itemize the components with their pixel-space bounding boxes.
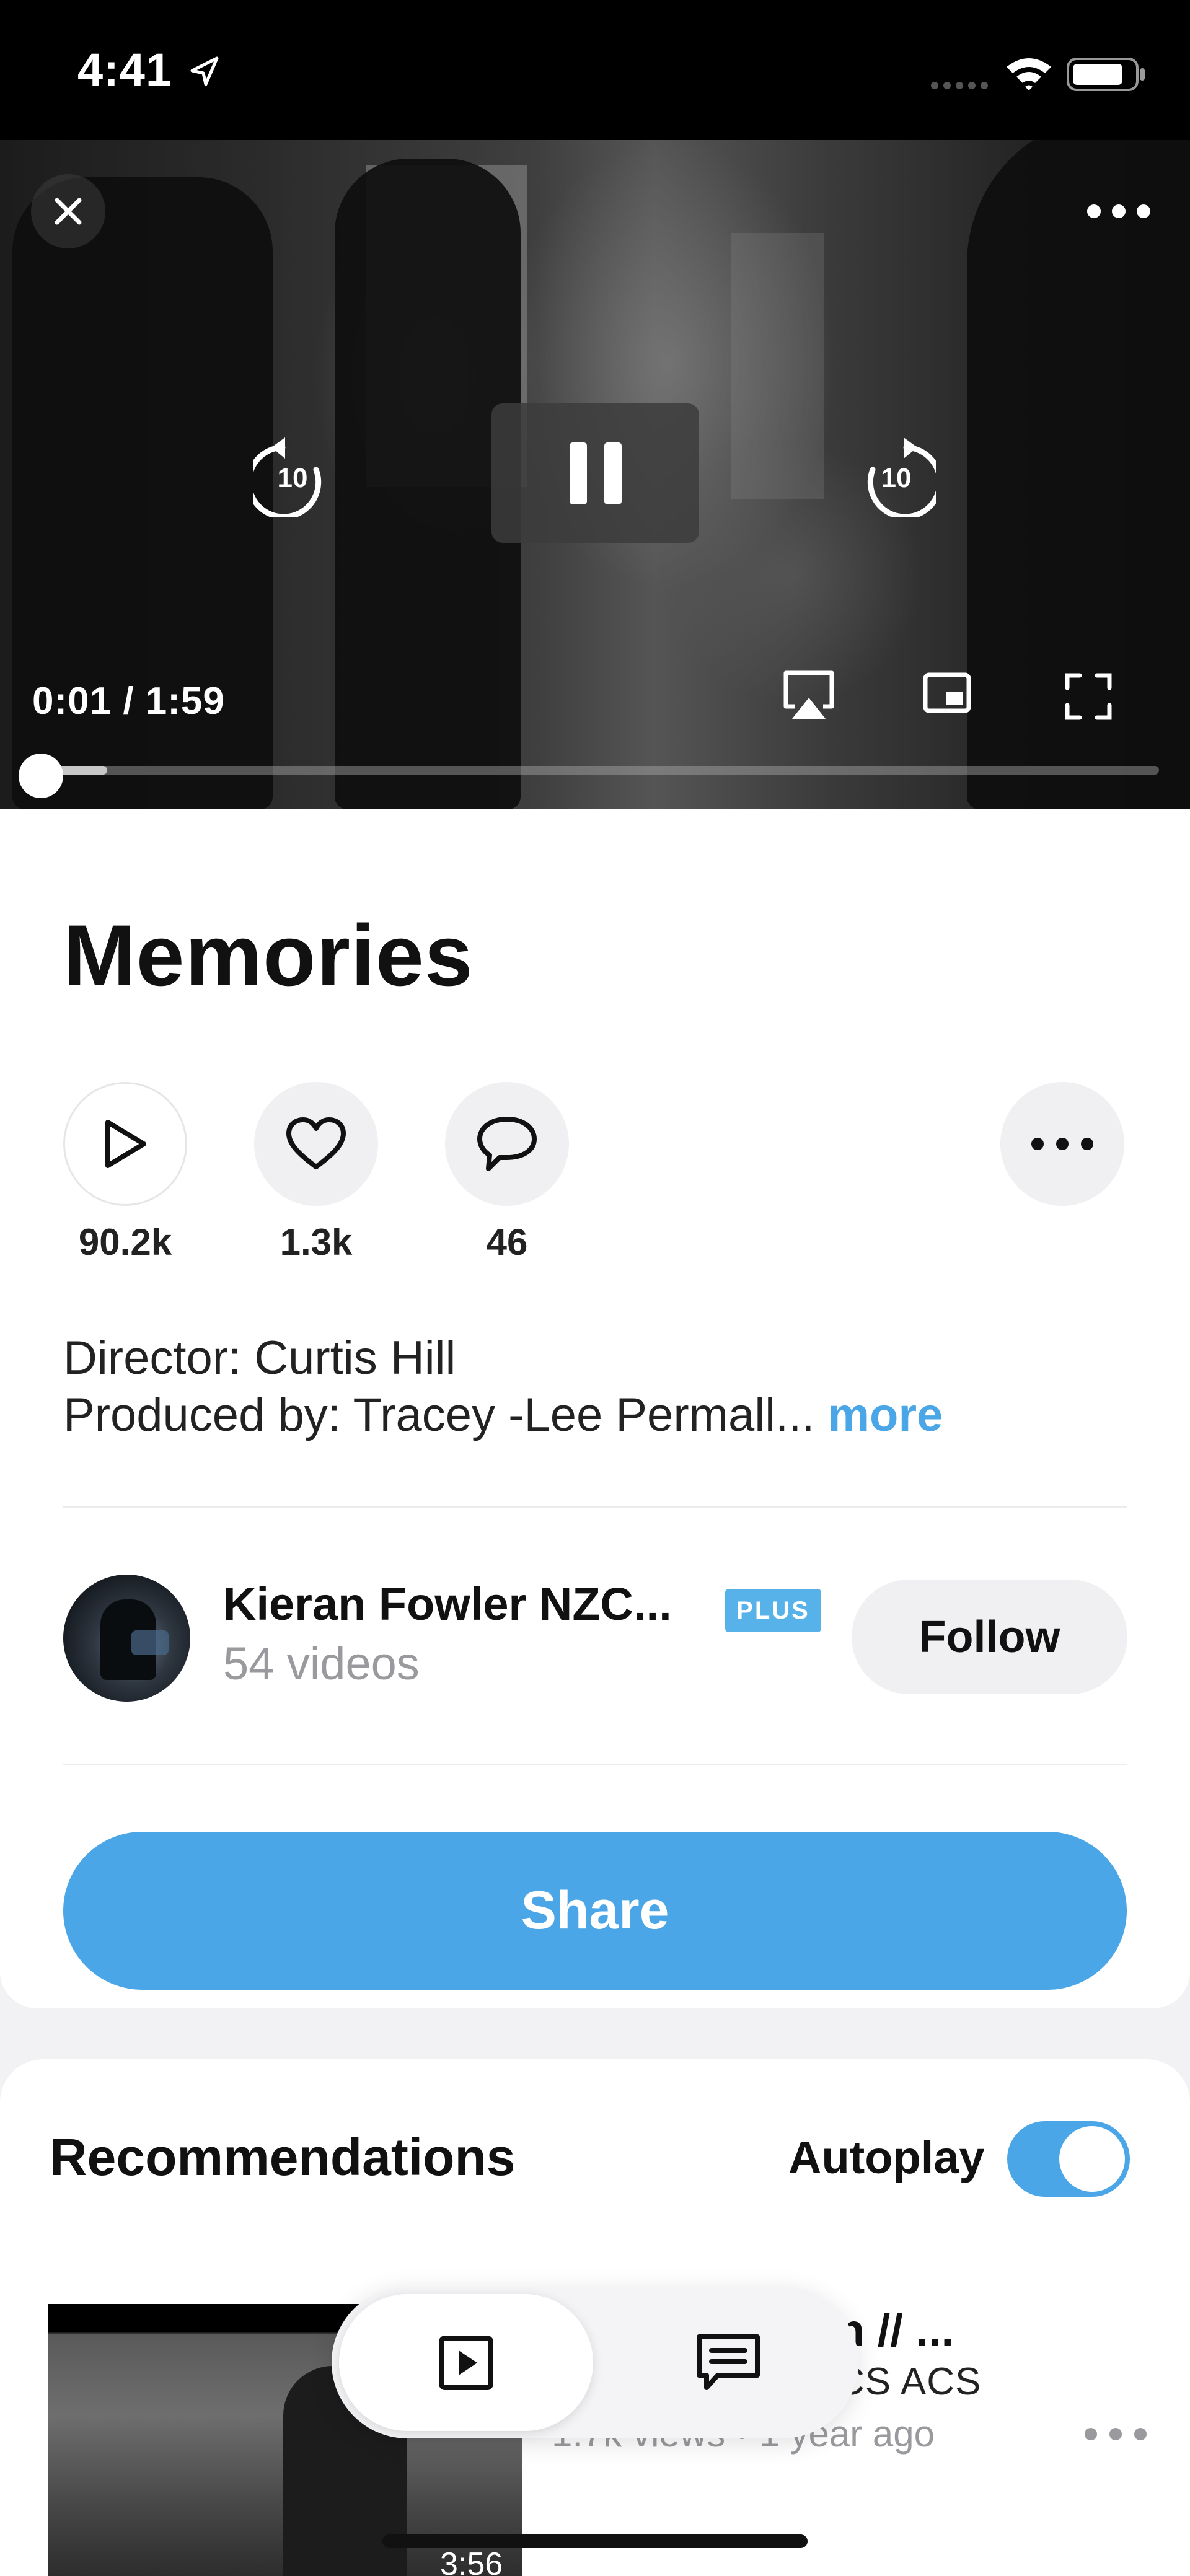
wifi-icon — [1007, 58, 1051, 90]
description-line-2: Produced by: Tracey -Lee Permall... more — [63, 1388, 943, 1442]
comment-button[interactable] — [445, 1082, 569, 1206]
comment-count: 46 — [486, 1221, 528, 1263]
recommendations-title: Recommendations — [50, 2128, 516, 2186]
video-tab-icon — [439, 2335, 493, 2390]
video-player[interactable]: 10 10 0:01 / 1:59 — [0, 140, 1190, 809]
plus-badge: PLUS — [725, 1589, 821, 1632]
share-button[interactable]: Share — [63, 1832, 1127, 1990]
recommendation-channel: CS ACS — [837, 2360, 982, 2403]
follow-button[interactable]: Follow — [852, 1580, 1127, 1694]
recommendation-duration: 3:56 — [440, 2546, 503, 2576]
details-more-button[interactable] — [1000, 1082, 1124, 1206]
airplay-icon — [783, 670, 834, 719]
video-details-card: Memories 90.2k 1.3k 46 Director: Curtis … — [0, 809, 1190, 2008]
rewind-seconds-label: 10 — [278, 463, 308, 493]
fullscreen-button[interactable] — [1064, 672, 1113, 721]
description-line-2-text: Produced by: Tracey -Lee Permall... — [63, 1389, 815, 1441]
description-more-link[interactable]: more — [827, 1389, 943, 1441]
app-root: 4:41 10 10 0:01 / 1:59 Memories 90.2k 1.… — [0, 0, 1190, 2576]
status-bar: 4:41 — [0, 0, 1190, 140]
progress-track[interactable] — [40, 766, 1159, 775]
play-count-button[interactable] — [63, 1082, 187, 1206]
divider — [63, 1506, 1127, 1508]
channel-name[interactable]: Kieran Fowler NZC... — [223, 1578, 672, 1630]
pause-button[interactable] — [491, 403, 699, 543]
heart-icon — [286, 1117, 346, 1169]
status-time: 4:41 — [77, 44, 172, 95]
more-horizontal-icon — [1085, 2428, 1147, 2440]
picture-in-picture-icon — [923, 672, 971, 713]
rewind-10-button[interactable]: 10 — [246, 418, 340, 520]
autoplay-label: Autoplay — [788, 2132, 985, 2183]
forward-10-button[interactable]: 10 — [849, 418, 943, 520]
location-arrow-icon — [190, 56, 219, 86]
channel-video-count: 54 videos — [223, 1638, 420, 1689]
autoplay-toggle[interactable] — [1007, 2121, 1130, 2197]
close-button[interactable] — [31, 174, 105, 248]
recommendation-more-button[interactable] — [1078, 2412, 1153, 2456]
picture-in-picture-button[interactable] — [922, 672, 972, 715]
like-count: 1.3k — [280, 1221, 353, 1263]
scene-doorway — [731, 233, 824, 499]
more-horizontal-icon — [1031, 1138, 1093, 1150]
pause-icon — [569, 442, 622, 504]
divider — [63, 1764, 1127, 1765]
tab-switcher — [332, 2287, 858, 2438]
airplay-button[interactable] — [781, 668, 837, 724]
rewind-10-icon: 10 — [246, 437, 322, 520]
play-count: 90.2k — [78, 1221, 172, 1263]
home-indicator — [382, 2534, 808, 2548]
description-line-1: Director: Curtis Hill — [63, 1332, 456, 1384]
channel-avatar[interactable] — [63, 1575, 190, 1702]
forward-seconds-label: 10 — [881, 463, 912, 493]
play-icon — [105, 1120, 146, 1168]
progress-scrubber-knob[interactable] — [19, 754, 63, 798]
more-horizontal-icon — [1087, 204, 1150, 218]
comment-icon — [477, 1117, 537, 1171]
forward-10-icon: 10 — [867, 437, 943, 520]
like-button[interactable] — [254, 1082, 378, 1206]
tab-comments[interactable] — [604, 2294, 852, 2431]
cellular-signal-icon — [931, 82, 988, 89]
battery-icon — [1067, 58, 1145, 91]
close-icon — [55, 198, 82, 225]
comments-tab-icon — [697, 2334, 760, 2390]
video-title: Memories — [63, 907, 474, 1004]
time-readout: 0:01 / 1:59 — [32, 680, 225, 723]
video-more-button[interactable] — [1078, 177, 1159, 245]
tab-video[interactable] — [339, 2294, 593, 2431]
autoplay-toggle-knob — [1059, 2126, 1125, 2192]
fullscreen-icon — [1065, 673, 1112, 720]
